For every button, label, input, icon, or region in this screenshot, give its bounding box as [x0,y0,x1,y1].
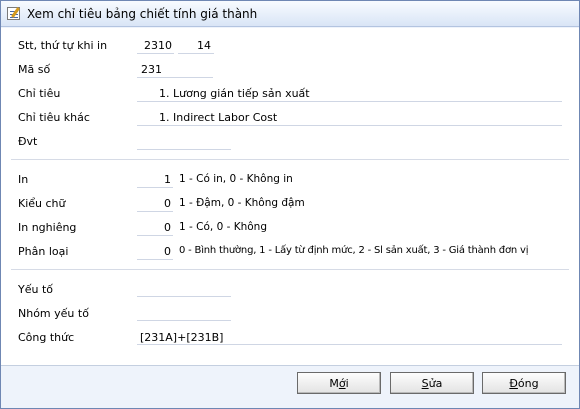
chi-tieu-khac-input[interactable]: 1. Indirect Labor Cost [159,111,277,124]
cong-thuc-input[interactable]: [231A]+[231B] [140,331,223,344]
sua-button[interactable]: Sửa [390,372,474,394]
ma-so-label: Mã số [18,63,51,76]
in-hint: 1 - Có in, 0 - Không in [179,173,293,185]
chi-tieu-khac-label: Chỉ tiêu khác [18,111,90,124]
button-bar: Mới Sửa Đóng [1,365,579,408]
dialog-window: Xem chỉ tiêu bảng chiết tính giá thành S… [0,0,580,409]
document-edit-icon [7,7,20,20]
in-nghieng-input[interactable]: 0 [137,221,171,234]
form-area: Stt, thứ tự khi in 2310 14 Mã số 231 Chỉ… [1,28,579,365]
chi-tieu-label: Chỉ tiêu [18,87,61,100]
in-nghieng-hint: 1 - Có, 0 - Không [179,221,268,233]
ma-so-input[interactable]: 231 [141,63,162,76]
yeu-to-label: Yếu tố [18,283,53,296]
phan-loai-label: Phân loại [18,245,69,258]
moi-button[interactable]: Mới [297,372,381,394]
title-bar: Xem chỉ tiêu bảng chiết tính giá thành [1,1,579,27]
in-label: In [18,173,29,186]
phan-loai-input[interactable]: 0 [137,245,171,258]
nhom-yeu-to-label: Nhóm yếu tố [18,307,89,320]
dvt-label: Đvt [18,135,38,148]
stt-input[interactable]: 2310 [144,39,172,52]
section-divider [11,159,569,160]
section-divider [11,269,569,270]
chi-tieu-input[interactable]: 1. Lương gián tiếp sản xuất [159,87,310,100]
in-nghieng-label: In nghiêng [18,221,77,234]
cong-thuc-label: Công thức [18,331,75,344]
stt-label: Stt, thứ tự khi in [18,39,108,52]
in-input[interactable]: 1 [137,173,171,186]
kieu-chu-input[interactable]: 0 [137,197,171,210]
window-title: Xem chỉ tiêu bảng chiết tính giá thành [27,7,258,21]
phan-loai-hint: 0 - Bình thường, 1 - Lấy từ định mức, 2 … [179,245,529,256]
stt-order-input[interactable]: 14 [197,39,211,52]
kieu-chu-hint: 1 - Đậm, 0 - Không đậm [179,197,305,209]
dong-button[interactable]: Đóng [482,372,566,394]
kieu-chu-label: Kiểu chữ [18,197,66,210]
